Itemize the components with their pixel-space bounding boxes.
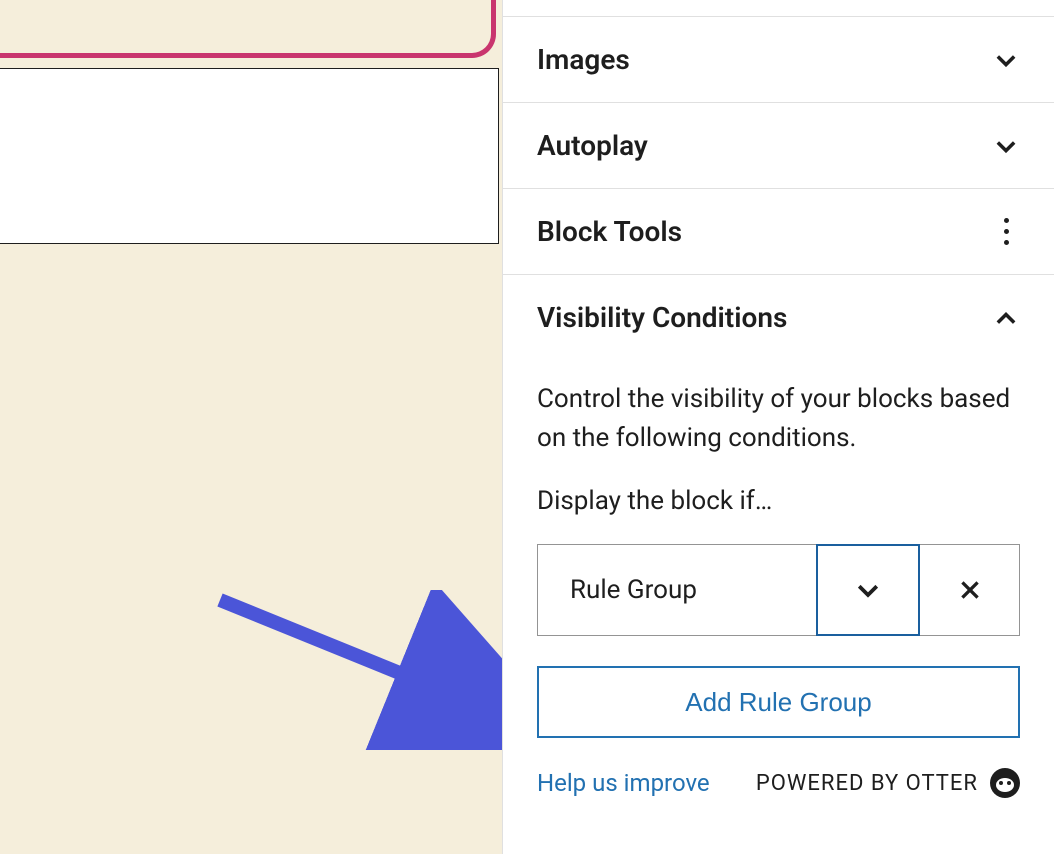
powered-by-label: POWERED BY OTTER: [756, 771, 978, 796]
selected-block-outline[interactable]: [0, 0, 496, 58]
add-rule-group-label: Add Rule Group: [685, 687, 871, 718]
rule-group-select[interactable]: Rule Group: [537, 544, 817, 636]
editor-canvas: [0, 0, 502, 854]
panel-footer: Help us improve POWERED BY OTTER: [503, 748, 1054, 798]
chevron-down-icon: [992, 132, 1020, 160]
otter-icon: [990, 768, 1020, 798]
panel-images[interactable]: Images: [503, 16, 1054, 103]
add-rule-group-button[interactable]: Add Rule Group: [537, 666, 1020, 738]
help-us-improve-link[interactable]: Help us improve: [537, 769, 710, 797]
block-placeholder[interactable]: [0, 68, 499, 244]
visibility-panel-body: Control the visibility of your blocks ba…: [503, 360, 1054, 748]
panel-title: Block Tools: [537, 215, 682, 248]
close-icon: [957, 577, 983, 603]
chevron-down-icon: [992, 46, 1020, 74]
panel-title: Autoplay: [537, 129, 648, 162]
more-vertical-icon[interactable]: [992, 218, 1020, 246]
panel-title: Visibility Conditions: [537, 301, 787, 334]
chevron-down-icon: [853, 575, 883, 605]
visibility-description: Control the visibility of your blocks ba…: [537, 380, 1020, 458]
rule-group-expand-button[interactable]: [816, 544, 920, 636]
rule-group-row: Rule Group: [537, 544, 1020, 636]
chevron-up-icon: [992, 304, 1020, 332]
powered-by-otter: POWERED BY OTTER: [756, 768, 1020, 798]
panel-visibility-conditions[interactable]: Visibility Conditions: [503, 275, 1054, 360]
panel-block-tools[interactable]: Block Tools: [503, 189, 1054, 275]
settings-sidebar: Images Autoplay Block Tools Visibility C…: [502, 0, 1054, 854]
rule-group-select-label: Rule Group: [570, 575, 697, 605]
visibility-subtitle: Display the block if…: [537, 486, 1020, 516]
panel-title: Images: [537, 43, 630, 76]
panel-autoplay[interactable]: Autoplay: [503, 103, 1054, 189]
rule-group-remove-button[interactable]: [920, 544, 1020, 636]
